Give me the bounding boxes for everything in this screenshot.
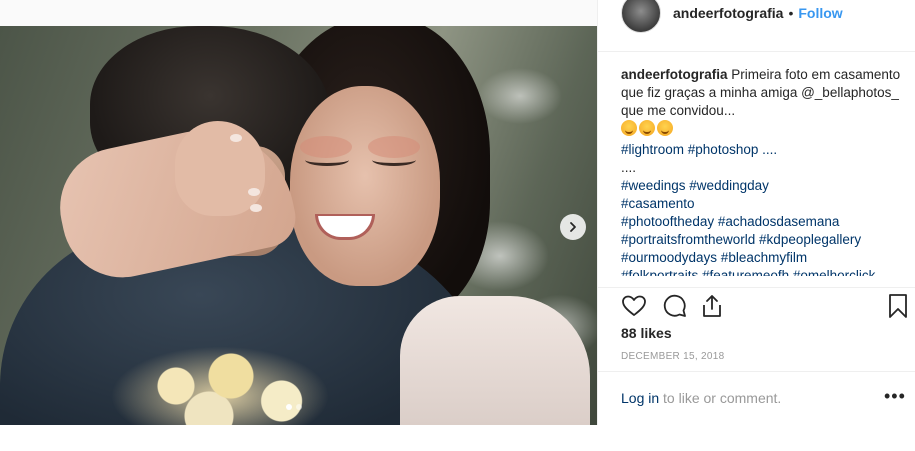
action-bar	[598, 287, 915, 323]
heart-icon	[622, 295, 646, 316]
follow-button[interactable]: Follow	[798, 5, 842, 21]
post-photo[interactable]	[0, 26, 597, 425]
hashtag-line[interactable]: #weedings #weddingday	[621, 177, 906, 195]
post-date[interactable]: DECEMBER 15, 2018	[621, 351, 724, 362]
save-button[interactable]	[884, 292, 912, 320]
caption-username[interactable]: andeerfotografia	[621, 67, 728, 82]
login-prompt-text: to like or comment.	[659, 390, 782, 406]
bookmark-icon	[889, 294, 907, 318]
carousel-dot	[286, 404, 292, 410]
hashtag-line[interactable]: #lightroom #photoshop ....	[621, 141, 906, 159]
carousel-next-button[interactable]	[560, 214, 586, 240]
hashtag-line[interactable]: #folkportraits #featuremeofh #omelhorcli…	[621, 267, 906, 276]
smile-emoji-icon	[621, 120, 637, 136]
login-prompt: Log in to like or comment.	[621, 390, 781, 406]
header-separator: •	[788, 4, 794, 21]
comment-footer: Log in to like or comment. •••	[598, 371, 915, 425]
hashtag-line[interactable]: #portraitsfromtheworld #kdpeoplegallery	[621, 231, 906, 249]
post-caption: andeerfotografia Primeira foto em casame…	[621, 66, 906, 276]
avatar[interactable]	[621, 0, 661, 33]
comment-icon	[663, 294, 686, 317]
smile-emoji-icon	[639, 120, 655, 136]
emoji-group	[621, 120, 673, 136]
post-header: andeerfotografia • Follow	[598, 0, 915, 52]
login-link[interactable]: Log in	[621, 390, 659, 406]
carousel-indicator	[286, 404, 302, 410]
chevron-right-icon	[570, 222, 576, 232]
caption-dots: ....	[621, 160, 637, 175]
hashtag-line[interactable]: #photooftheday #achadosdasemana	[621, 213, 906, 231]
share-button[interactable]	[698, 292, 726, 320]
caption-text: andeerfotografia Primeira foto em casame…	[621, 66, 906, 120]
more-options-button[interactable]: •••	[884, 386, 906, 407]
post-side-panel: andeerfotografia • Follow andeerfotograf…	[597, 0, 915, 425]
carousel-dot	[296, 404, 302, 410]
like-count[interactable]: 88 likes	[621, 325, 672, 341]
hashtag-line[interactable]: #casamento	[621, 195, 906, 213]
share-icon	[703, 295, 721, 317]
hashtag-line[interactable]: #ourmoodydays #bleachmyfilm	[621, 249, 906, 267]
comment-button[interactable]	[660, 292, 688, 320]
header-username[interactable]: andeerfotografia	[673, 5, 783, 21]
smile-emoji-icon	[657, 120, 673, 136]
like-button[interactable]	[620, 292, 648, 320]
